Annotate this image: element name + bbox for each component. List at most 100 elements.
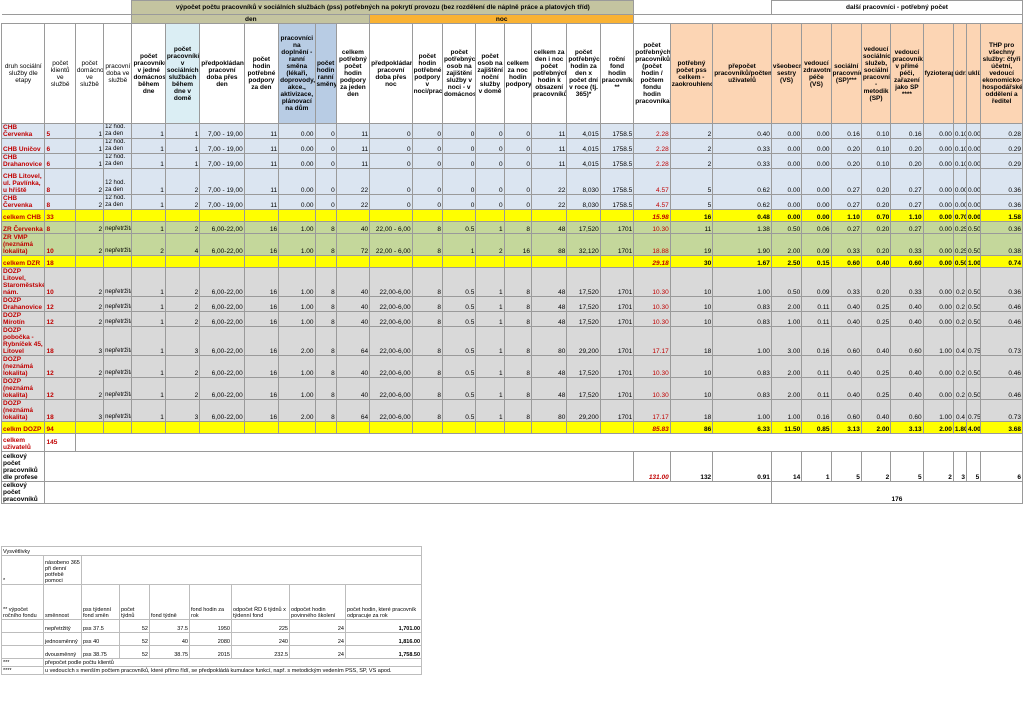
table-cell: 1.00 (770, 311, 803, 327)
table-cell: 0.83 (712, 377, 772, 400)
column-header: počet osob na zajištění noční služby v d… (475, 23, 505, 124)
table-cell: 0.20 (860, 267, 892, 297)
column-header: pracovníci na doplnění - ranní směna (lé… (278, 23, 316, 124)
table-cell: 3 (74, 399, 105, 422)
table-cell: 0 (369, 168, 413, 195)
table-cell: 1 (74, 138, 105, 154)
table-cell: 0 (411, 168, 443, 195)
table-cell: 0 (503, 168, 532, 195)
table-cell: 0.36 (980, 221, 1023, 234)
table-cell: 0 (411, 138, 443, 154)
table-cell: 18 (44, 326, 76, 356)
table-cell: 0.29 (980, 138, 1023, 154)
summary-profession-value: 131.00 (633, 451, 671, 482)
table-cell: 16 (243, 267, 280, 297)
table-cell: 8 (314, 377, 337, 400)
table-cell: 1 (475, 296, 505, 312)
table-cell: 0.00 (801, 209, 832, 222)
column-header: počet potřebných pracovníků (počet hodin… (633, 23, 671, 124)
table-cell: 0.00 (278, 153, 316, 169)
table-cell: 8 (314, 326, 337, 356)
table-cell: 1701 (599, 311, 635, 327)
table-cell: 0 (475, 168, 505, 195)
table-cell: 17,520 (566, 377, 601, 400)
table-cell: 0 (369, 138, 413, 154)
table-cell: 48 (530, 267, 568, 297)
table-cell: 8 (411, 399, 443, 422)
table-cell: 86 (669, 421, 714, 434)
table-cell: 0 (441, 138, 477, 154)
table-cell (199, 421, 245, 434)
table-cell: 1 (475, 311, 505, 327)
table-cell: 22,00 - 6,00 (369, 221, 413, 234)
table-cell: 4,015 (566, 123, 601, 139)
table-cell: 1 (131, 355, 166, 378)
table-cell: 8 (411, 311, 443, 327)
fund-cell: 232.5 (231, 645, 290, 659)
table-cell (475, 209, 505, 222)
table-cell: 16 (669, 209, 714, 222)
table-cell: 0.27 (830, 221, 862, 234)
table-cell (503, 255, 532, 268)
table-cell: 22 (530, 194, 568, 210)
fund-cell: 1,758.50 (344, 645, 423, 659)
summary-users-value: 145 (44, 433, 76, 452)
table-cell: 0.62 (712, 168, 772, 195)
table-cell: 0.00 (922, 138, 954, 154)
table-cell: 1 (164, 153, 201, 169)
table-cell: 10 (669, 355, 714, 378)
table-cell: 0.00 (922, 194, 954, 210)
column-header: uklízeč (966, 23, 982, 124)
table-cell: 2 (475, 233, 505, 256)
table-cell: 0.5 (441, 267, 477, 297)
table-row: celkem CHB 33 15.98 16 0.48 0.00 0.00 1.10 0.70 1… (0, 209, 1023, 222)
table-cell: 1 (131, 123, 166, 139)
table-cell: 0.27 (890, 194, 924, 210)
table-cell: 1 (131, 194, 166, 210)
table-cell: 0.11 (801, 296, 832, 312)
table-cell: 0.5 (441, 221, 477, 234)
table-cell: 8 (314, 311, 337, 327)
table-cell: 8 (503, 355, 532, 378)
row-label: DOZP Mírotín (0, 311, 46, 327)
table-cell: 6,00-22,00 (199, 233, 245, 256)
fund-cell: 52 (119, 619, 150, 633)
table-cell: 1 (131, 168, 166, 195)
table-cell: 0.20 (860, 221, 892, 234)
table-cell: 8 (411, 267, 443, 297)
table-cell: 11 (243, 123, 280, 139)
table-cell: 0.70 (952, 209, 968, 222)
column-header: vedoucí zdravotní péče (VS) (801, 23, 832, 124)
fund-cell: 37.5 (149, 619, 190, 633)
table-row: ZR VMP (neznámá lokalita) 10 2 nepřetržitá 2… (0, 233, 1023, 256)
fund-h7: počet hodin, které pracovník odpracuje z… (344, 584, 423, 620)
row-label: DOZP pobočka - Rybníček 45, Litovel (0, 326, 46, 356)
table-cell: 5 (669, 194, 714, 210)
table-cell: 12 (44, 377, 76, 400)
table-cell: 1 (131, 138, 166, 154)
table-cell: 0.5 (441, 377, 477, 400)
table-cell: 3 (164, 399, 201, 422)
table-cell: 12 (44, 311, 76, 327)
table-cell: 22,00-6,00 (369, 355, 413, 378)
column-header: sociální pracovníci (SP)*** (830, 23, 862, 124)
table-cell: 0.40 (712, 123, 772, 139)
column-header: všeobecné sestry (VS) (770, 23, 803, 124)
column-header: roční fond hodin pracovníka ** (599, 23, 635, 124)
table-cell: 8 (411, 296, 443, 312)
table-cell (103, 255, 133, 268)
table-cell: 0.00 (966, 153, 982, 169)
table-cell: 16 (243, 326, 280, 356)
column-header: počet hodin potřebné podpory v noci/prac… (411, 23, 443, 124)
table-cell: 0.50 (966, 221, 982, 234)
table-cell: 0.40 (890, 355, 924, 378)
table-cell: 0.00 (770, 138, 803, 154)
table-cell: 1 (131, 296, 166, 312)
table-cell: 0.00 (922, 153, 954, 169)
table-cell: 11 (243, 153, 280, 169)
table-cell: 0.00 (922, 267, 954, 297)
table-cell (314, 209, 337, 222)
table-cell: 16 (243, 377, 280, 400)
summary-total-value: 176 (770, 481, 1024, 504)
table-cell: 80 (530, 399, 568, 422)
